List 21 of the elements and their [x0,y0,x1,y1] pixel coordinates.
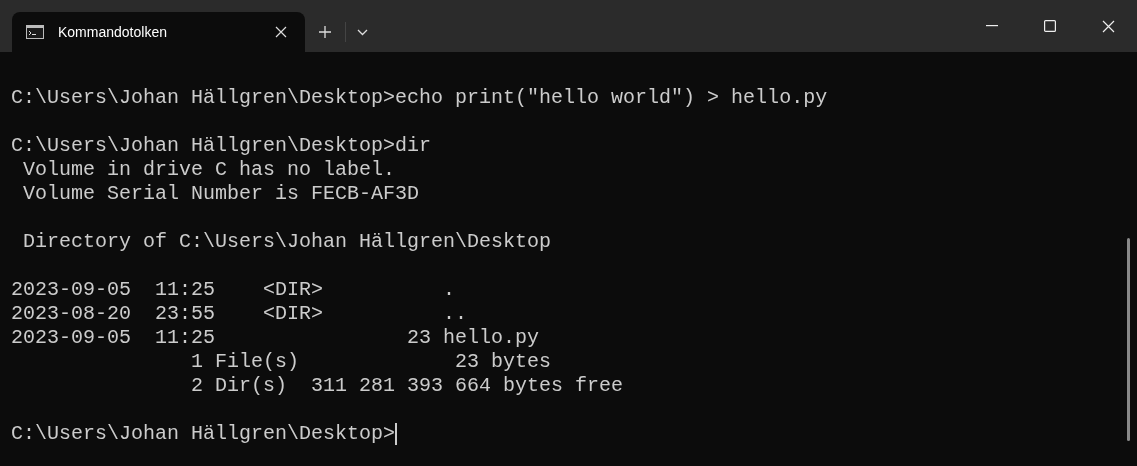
terminal-line: C:\Users\Johan Hällgren\Desktop>echo print("hello world") > hello.py [11,86,828,110]
maximize-icon [1044,20,1056,32]
terminal-line: Volume Serial Number is FECB-AF3D [22,182,420,206]
terminal-line: 2023-09-05 11:25 <DIR> . [11,278,456,302]
terminal-line: 2023-08-20 23:55 <DIR> .. [11,302,468,326]
plus-icon [318,25,332,39]
terminal-line: C:\Users\Johan Hällgren\Desktop>dir [11,134,432,158]
terminal-line: 2 Dir(s) 311 281 393 664 bytes free [190,374,624,398]
close-icon[interactable] [275,26,287,38]
chevron-down-icon [356,28,368,36]
tab[interactable]: Kommandotolken [12,12,305,52]
minimize-icon [986,25,998,27]
terminal-line: 1 File(s) 23 bytes [190,350,552,374]
terminal-line: 2023-09-05 11:25 23 hello.py [11,326,540,350]
terminal-line: C:\Users\Johan Hällgren\Desktop> [11,422,396,446]
tab-title: Kommandotolken [58,22,168,42]
terminal-icon [26,25,44,39]
terminal-line: Volume in drive C has no label. [22,158,396,182]
scrollbar-thumb[interactable] [1127,238,1130,441]
terminal-line: Directory of C:\Users\Johan Hällgren\Desktop [22,230,552,254]
close-icon [1101,19,1115,33]
